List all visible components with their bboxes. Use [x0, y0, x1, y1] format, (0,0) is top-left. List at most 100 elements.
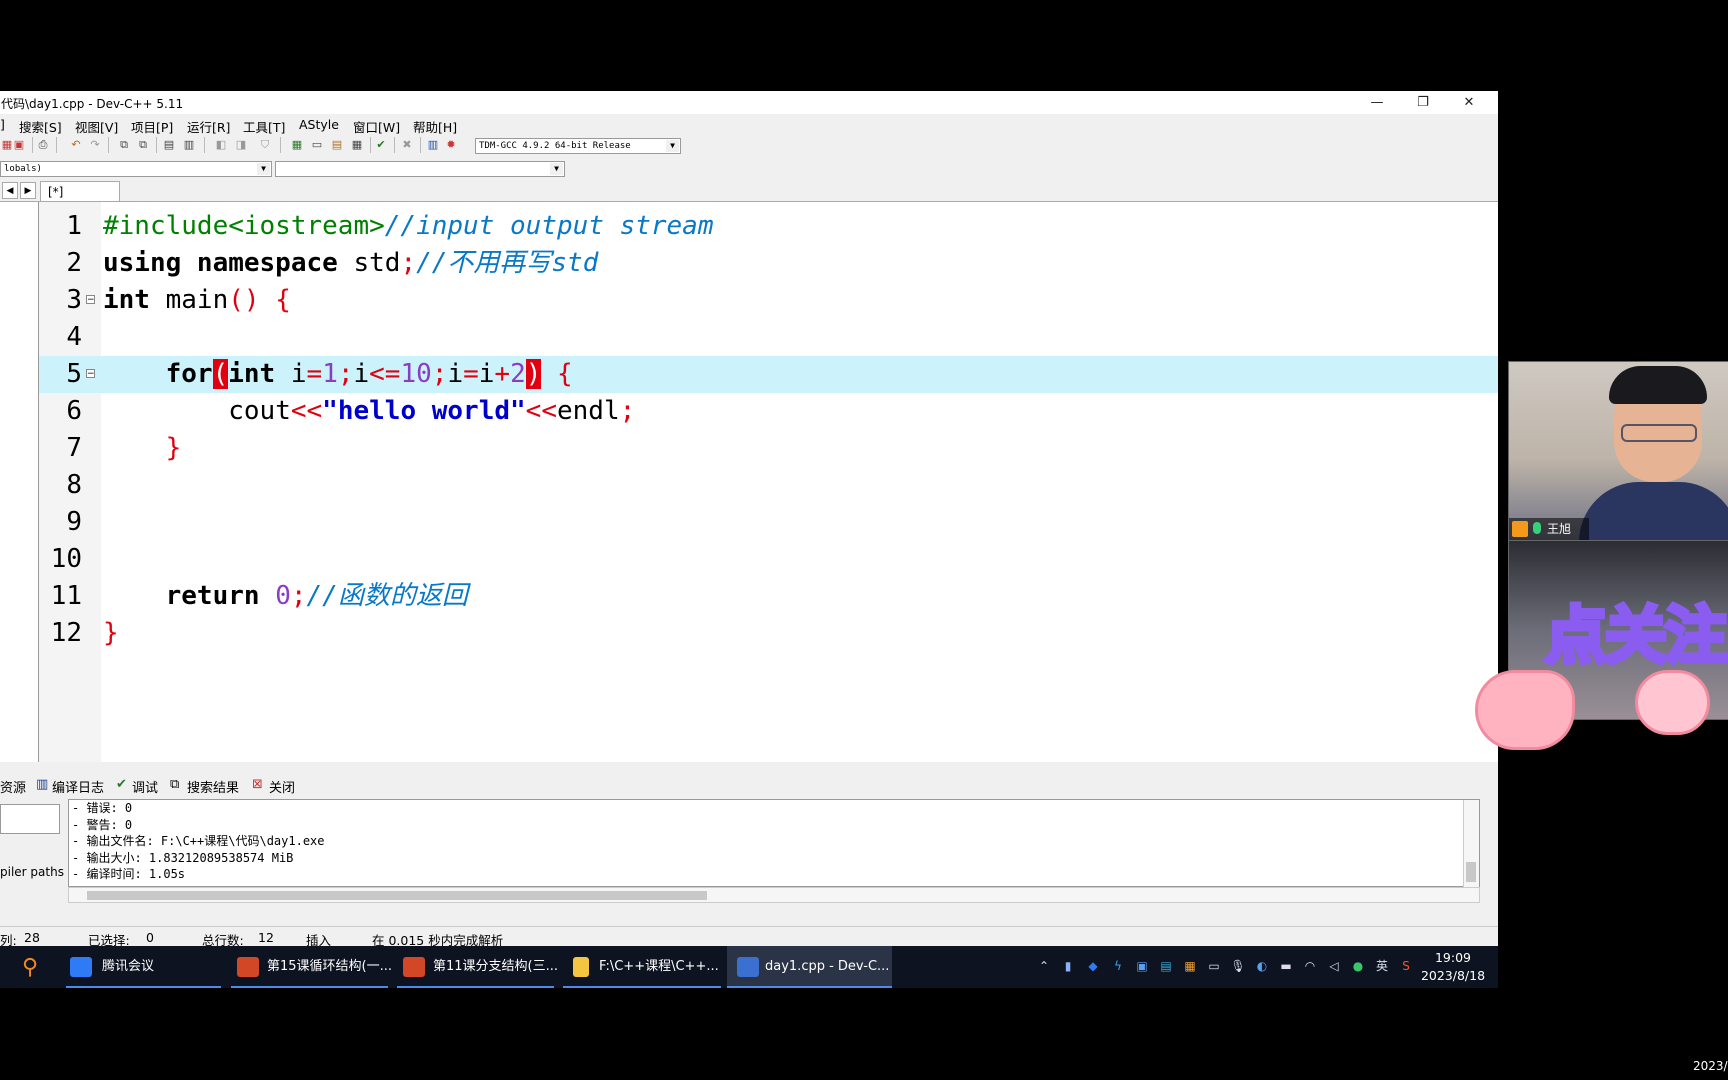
app-tray-icon[interactable]: ▦: [1182, 958, 1198, 974]
minimize-button[interactable]: —: [1354, 91, 1400, 114]
toolbar-separator: [56, 137, 57, 153]
redo-icon[interactable]: ↷: [88, 138, 102, 152]
ime-indicator[interactable]: 英: [1374, 958, 1390, 974]
undo-icon[interactable]: ↶: [69, 138, 83, 152]
taskbar-app-label: 第15课循环结构(一...: [267, 959, 393, 974]
log-line: - 编译时间: 1.05s: [72, 867, 186, 881]
taskbar-clock[interactable]: 19:09 2023/8/18: [1418, 949, 1488, 985]
search-icon[interactable]: ⚲: [22, 955, 38, 980]
status-bar: 列: 28 已选择: 0 总行数: 12 插入 在 0.015 秒内完成解析: [0, 926, 1498, 948]
chart-icon[interactable]: ▥: [426, 138, 440, 152]
scope-select[interactable]: lobals) ▼: [0, 161, 272, 177]
tab-close[interactable]: 关闭: [269, 777, 295, 796]
thunder-icon[interactable]: ϟ: [1110, 958, 1126, 974]
tab-prev-button[interactable]: ◀: [2, 182, 18, 199]
bookmark-icon[interactable]: ▥: [182, 138, 196, 152]
symbol-token: <<: [290, 396, 323, 426]
number-token: 10: [400, 359, 432, 389]
taskbar-app-devcpp[interactable]: day1.cpp - Dev-C...: [727, 946, 892, 988]
print-icon[interactable]: ⎙: [36, 138, 50, 152]
taskbar-app-explorer[interactable]: F:\C++课程\C++...: [563, 946, 721, 988]
code-text: }: [103, 430, 182, 467]
log-vertical-scrollbar[interactable]: [1463, 800, 1479, 888]
check-syntax-icon[interactable]: ✔: [374, 138, 388, 152]
menu-astyle[interactable]: AStyle: [299, 117, 339, 132]
menu-edit[interactable]: ]: [0, 117, 5, 132]
tab-search-results[interactable]: 搜索结果: [187, 777, 239, 796]
person-hair: [1609, 366, 1707, 404]
microphone-icon[interactable]: 🎙: [1230, 958, 1246, 974]
compile-action-box[interactable]: [0, 804, 60, 834]
active-code-line: 5 − for(int i=1;i<=10;i=i+2) {: [39, 356, 1498, 393]
fold-collapse-icon[interactable]: −: [86, 295, 95, 305]
scrollbar-thumb[interactable]: [87, 891, 707, 900]
toggle-comment-icon[interactable]: ⛉: [258, 138, 272, 152]
indent-left-icon[interactable]: ◧: [214, 138, 228, 152]
tab-day1-cpp[interactable]: [*] day1.cpp: [40, 181, 120, 219]
line-number: 1: [66, 211, 82, 241]
usb-icon[interactable]: ▮: [1060, 958, 1076, 974]
code-line: 1 #include<iostream>//input output strea…: [39, 208, 1498, 245]
indent-right-icon[interactable]: ◨: [234, 138, 248, 152]
app-tray-icon[interactable]: ▤: [1158, 958, 1174, 974]
matched-bracket: ): [525, 359, 542, 389]
sogou-icon[interactable]: S: [1398, 958, 1414, 974]
tab-debug[interactable]: 调试: [132, 777, 158, 796]
tab-resources[interactable]: 资源: [0, 777, 26, 796]
debug-icon[interactable]: ✹: [444, 138, 458, 152]
check-icon: ✔: [116, 777, 127, 792]
person-shirt: [1579, 482, 1728, 540]
tab-compile-log[interactable]: 编译日志: [52, 777, 104, 796]
symbol-token: <=: [369, 359, 401, 389]
comment-token: //input output stream: [384, 211, 714, 241]
toolbar-separator: [394, 137, 395, 153]
stop-icon[interactable]: ✖: [400, 138, 414, 152]
code-line: 11 return 0;//函数的返回: [39, 578, 1498, 615]
battery-icon[interactable]: ▬: [1278, 958, 1294, 974]
find-icon[interactable]: ⧉: [117, 138, 131, 152]
line-number: 12: [50, 618, 82, 648]
replace-icon[interactable]: ⧉: [136, 138, 150, 152]
close-button[interactable]: ✕: [1446, 91, 1492, 114]
app-tray-icon[interactable]: ▣: [1134, 958, 1150, 974]
compiler-select[interactable]: TDM-GCC 4.9.2 64-bit Release ▼: [475, 138, 681, 154]
chevron-down-icon: ▼: [550, 163, 563, 175]
keyword-token: int: [228, 359, 276, 389]
taskbar-app-ppt-2[interactable]: 第11课分支结构(三...: [397, 946, 558, 988]
code-editor[interactable]: 1 #include<iostream>//input output strea…: [39, 202, 1498, 762]
line-number: 7: [66, 433, 82, 463]
chart-icon: ▥: [36, 777, 49, 792]
new-project-icon[interactable]: ▦: [290, 138, 304, 152]
chevron-down-icon: ▼: [666, 140, 679, 152]
chevron-up-icon[interactable]: ⌃: [1036, 958, 1052, 974]
goto-icon[interactable]: ▤: [162, 138, 176, 152]
scrollbar-thumb[interactable]: [1466, 862, 1476, 882]
log-horizontal-scrollbar[interactable]: [68, 887, 1480, 903]
matched-bracket: (: [212, 359, 229, 389]
close-file-icon[interactable]: ▣: [12, 138, 26, 152]
folder-icon: [573, 957, 589, 977]
security-icon[interactable]: ◐: [1254, 958, 1270, 974]
layout-icon[interactable]: ▦: [350, 138, 364, 152]
tab-next-button[interactable]: ▶: [20, 182, 36, 199]
toolbar-separator: [32, 137, 33, 153]
taskbar-app-label: day1.cpp - Dev-C...: [765, 959, 890, 974]
wifi-icon[interactable]: ◠: [1302, 958, 1318, 974]
teacher-video-feed[interactable]: 王旭: [1508, 361, 1728, 541]
toolbar-separator: [420, 137, 421, 153]
fold-collapse-icon[interactable]: −: [86, 369, 95, 379]
code-line: 8: [39, 467, 1498, 504]
wechat-icon[interactable]: ●: [1350, 958, 1366, 974]
log-line: - 输出文件名: F:\C++课程\代码\day1.exe: [72, 834, 325, 848]
symbol-select[interactable]: ▼: [275, 161, 565, 177]
taskbar-app-ppt-1[interactable]: 第15课循环结构(一...: [231, 946, 392, 988]
taskbar-app-tencent-meeting[interactable]: 腾讯会议: [66, 946, 221, 988]
window-icon[interactable]: ▭: [310, 138, 324, 152]
code-text: return 0;//函数的返回: [103, 578, 468, 615]
tencent-meeting-tray-icon[interactable]: ◆: [1085, 958, 1101, 974]
class-icon[interactable]: ▤: [330, 138, 344, 152]
message-icon[interactable]: ▭: [1206, 958, 1222, 974]
restore-button[interactable]: ❐: [1400, 91, 1446, 114]
volume-icon[interactable]: ◁: [1326, 958, 1342, 974]
identifier-token: std: [337, 248, 401, 278]
